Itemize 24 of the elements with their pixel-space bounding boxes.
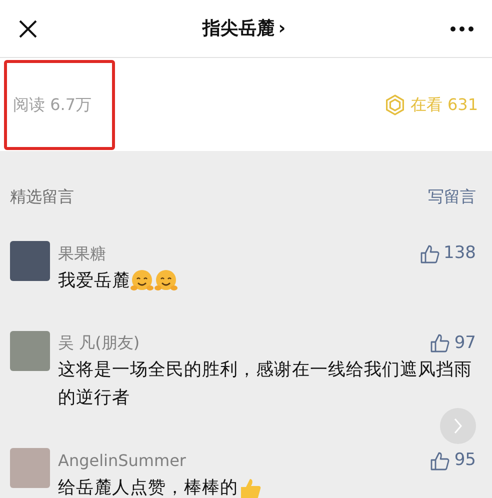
commenter-name: 吴 凡(朋友) xyxy=(58,332,140,354)
smiley-icon xyxy=(154,268,178,292)
smiley-icon xyxy=(130,268,154,292)
comment-text: 给岳麓人点赞，棒棒的 xyxy=(58,476,238,498)
more-icon[interactable] xyxy=(450,26,474,32)
close-icon[interactable] xyxy=(18,18,38,38)
like-count: 95 xyxy=(454,449,476,472)
avatar-image xyxy=(10,330,50,370)
thumbs-up-icon[interactable] xyxy=(430,333,450,354)
like-count: 97 xyxy=(454,332,476,354)
like-count: 138 xyxy=(444,242,476,265)
section-title: 精选留言 xyxy=(10,186,74,208)
avatar-image xyxy=(10,448,50,488)
chevron-icon[interactable]: › xyxy=(278,15,286,42)
thumbs-up-icon[interactable] xyxy=(420,244,440,264)
read-count: 阅读 6.7万 xyxy=(4,60,115,150)
comment-text: 这将是一场全民的胜利，感谢在一线给我们遮风挡雨的逆行者 xyxy=(58,359,473,410)
page-title[interactable]: 指尖岳麓 xyxy=(202,15,274,42)
write-comment-link[interactable]: 写留言 xyxy=(428,185,476,209)
commenter-name: AngelinSummer xyxy=(58,450,186,472)
commenter-name: 果果糖 xyxy=(58,242,106,265)
comment-text: 我爱岳麓 xyxy=(58,270,130,292)
avatar-image xyxy=(10,241,50,281)
thumbs-up-icon[interactable] xyxy=(430,450,450,471)
